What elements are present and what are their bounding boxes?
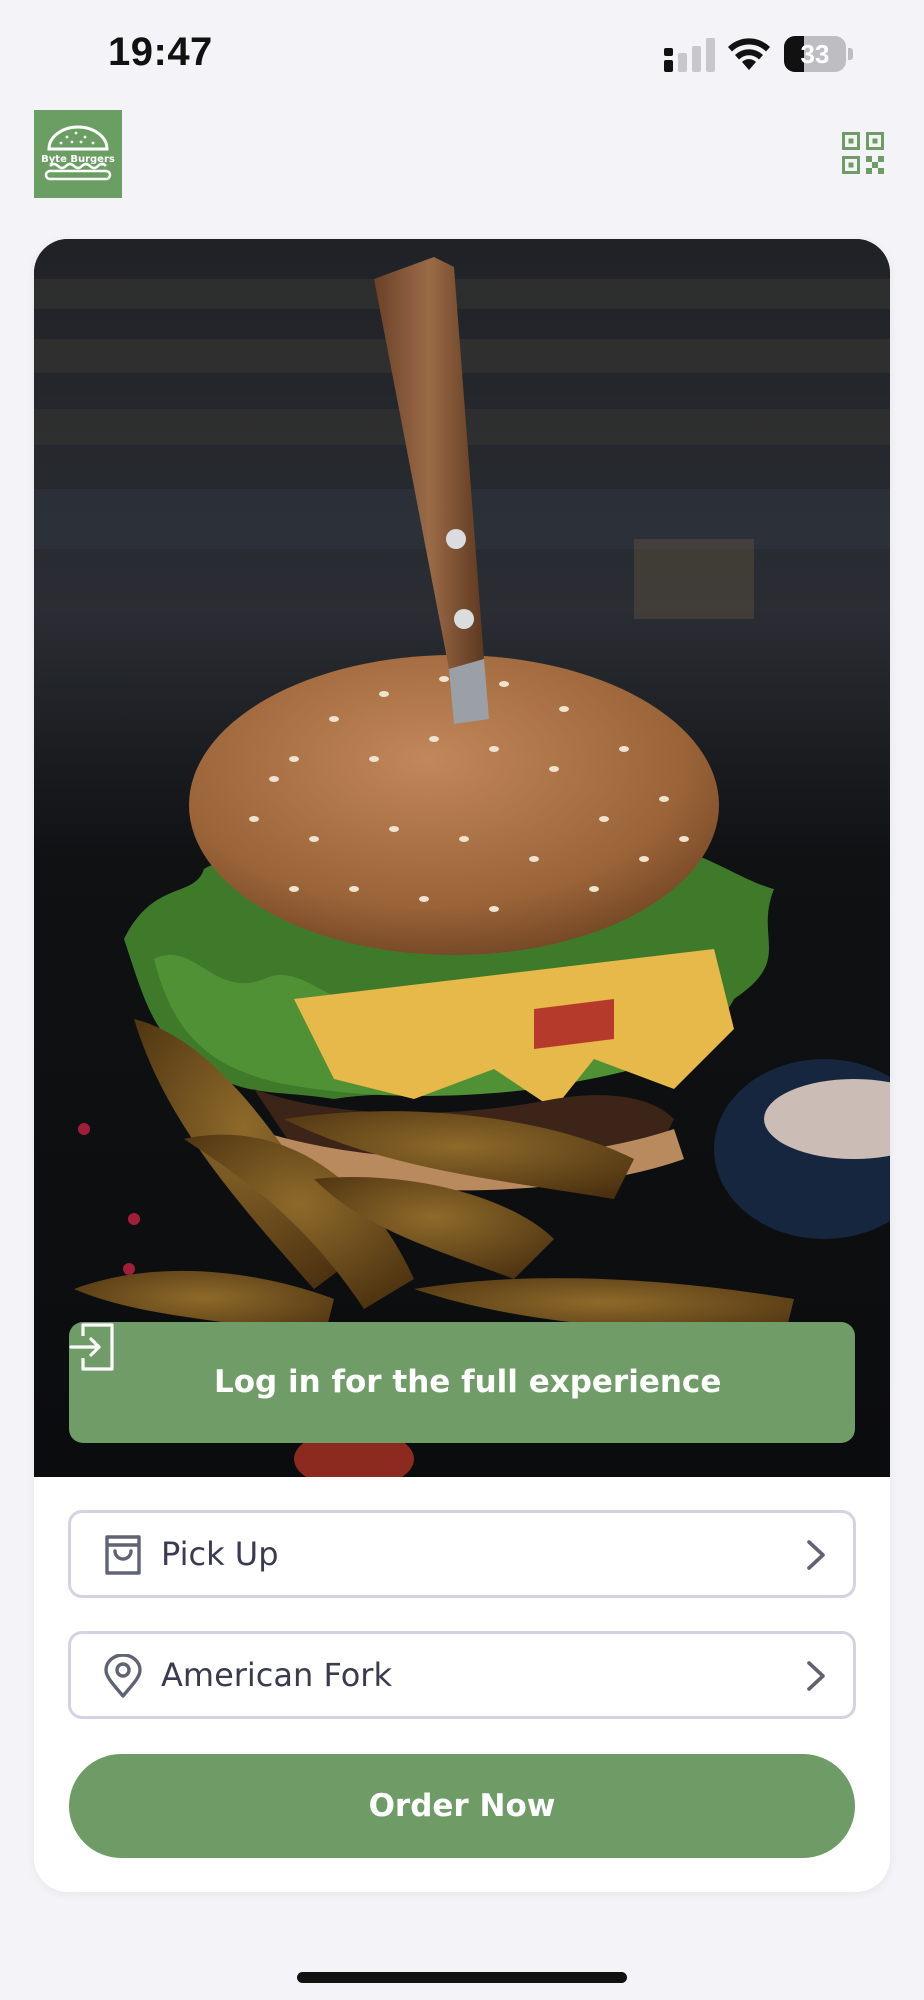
order-type-selector[interactable]: Pick Up (68, 1510, 856, 1598)
status-bar: 19:47 33 (0, 0, 924, 110)
location-label: American Fork (161, 1656, 392, 1694)
battery-level: 33 (800, 39, 830, 69)
logo-text: Byte Burgers (41, 154, 115, 165)
wifi-icon (728, 38, 770, 70)
login-banner[interactable]: Log in for the full experience (69, 1322, 855, 1443)
order-now-button[interactable]: Order Now (69, 1754, 855, 1858)
location-pin-icon (104, 1654, 142, 1698)
brand-logo[interactable]: Byte Burgers (34, 110, 122, 198)
login-icon (69, 1323, 114, 1371)
qr-code-icon[interactable] (842, 132, 884, 174)
chevron-right-icon (807, 1540, 825, 1570)
shopping-bag-icon (105, 1535, 141, 1575)
battery-icon: 33 (784, 36, 856, 72)
hero-image: Log in for the full experience (34, 239, 890, 1477)
location-selector[interactable]: American Fork (68, 1631, 856, 1719)
cellular-signal-icon (664, 38, 715, 72)
order-card: Log in for the full experience Pick Up A… (34, 239, 890, 1892)
chevron-right-icon (807, 1661, 825, 1691)
order-type-label: Pick Up (161, 1535, 279, 1573)
login-banner-label: Log in for the full experience (214, 1364, 722, 1400)
home-indicator[interactable] (297, 1972, 627, 1983)
status-time: 19:47 (108, 30, 213, 74)
burger-photo (34, 239, 890, 1477)
